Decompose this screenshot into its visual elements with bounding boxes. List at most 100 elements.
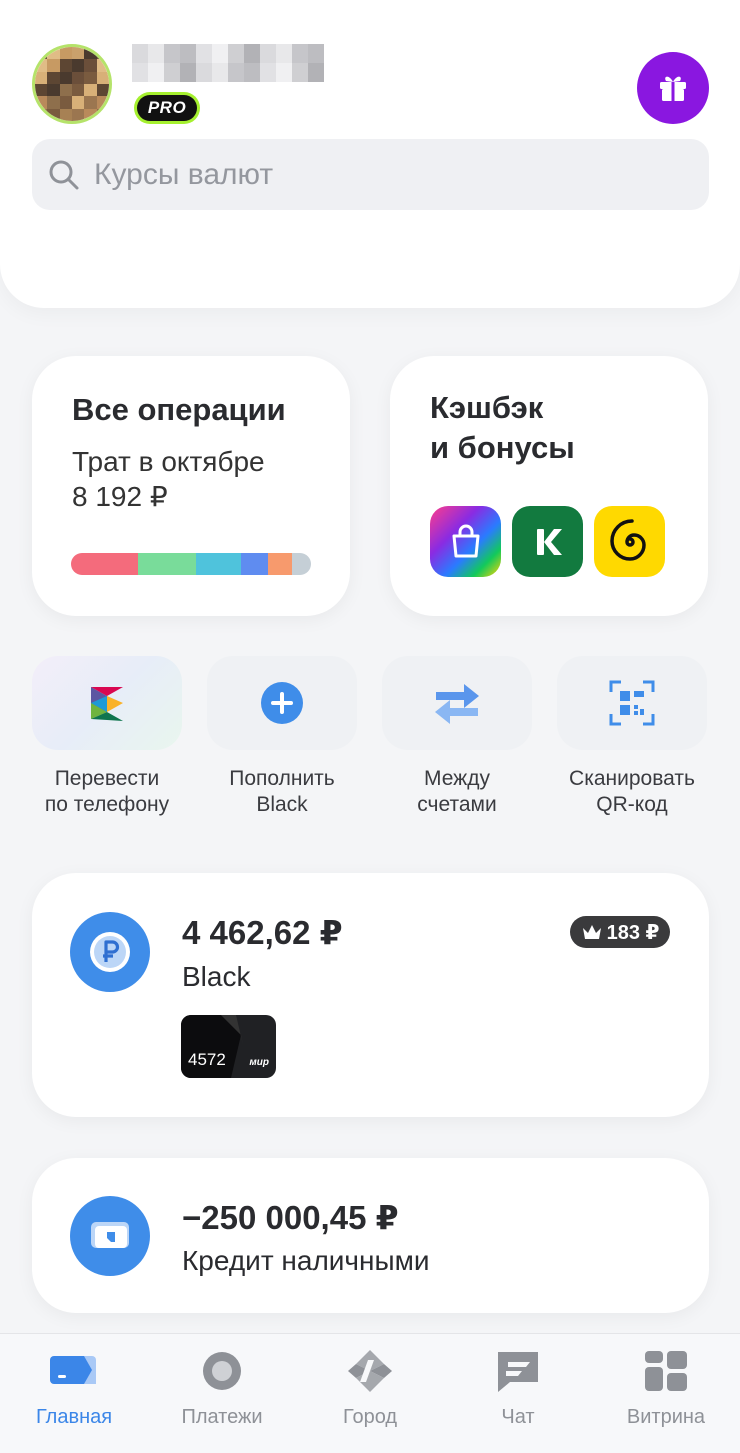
username-pixel (292, 63, 308, 82)
spiral-logo-icon (609, 518, 646, 561)
cashback-card[interactable]: Кэшбэк и бонусы (390, 356, 708, 616)
top-up-line2: Black (256, 793, 308, 816)
qr-icon (609, 680, 655, 726)
spending-segment (267, 553, 292, 575)
tab-city[interactable]: Город (296, 1348, 444, 1438)
top-up-black-button[interactable] (207, 656, 357, 750)
username-pixel (276, 44, 292, 63)
avatar-pixel (71, 108, 85, 121)
avatar-pixel (84, 71, 97, 84)
between-accounts-label: Между счетами (370, 766, 544, 818)
avatar-pixel (35, 108, 48, 121)
avatar-pixel (59, 108, 72, 121)
tab-showcase-label: Витрина (626, 1406, 706, 1428)
bottom-tab-bar: Главная Платежи Город Чат Витрина (0, 1333, 740, 1453)
black-account-card[interactable]: 4 462,62 ₽ Black 183 ₽ 4572 мир (32, 873, 709, 1117)
avatar-pixel (47, 83, 60, 97)
credit-balance: −250 000,45 ₽ (182, 1199, 399, 1236)
avatar-pixel (35, 59, 48, 72)
tab-showcase[interactable]: Витрина (592, 1348, 740, 1438)
pro-badge: PRO (134, 92, 200, 124)
tab-payments-label: Платежи (181, 1406, 263, 1428)
gift-button[interactable] (637, 52, 709, 124)
username-pixel (244, 63, 260, 82)
username-pixel (244, 44, 260, 63)
operations-title: Все операции (72, 392, 286, 427)
username-pixel (132, 44, 148, 63)
username-pixel (260, 63, 276, 82)
scan-qr-button[interactable] (557, 656, 707, 750)
search-input[interactable]: Курсы валют (32, 139, 709, 210)
tab-chat[interactable]: Чат (444, 1348, 592, 1438)
home-tab-icon (50, 1356, 96, 1384)
credit-account-card[interactable]: −250 000,45 ₽ Кредит наличными (32, 1158, 709, 1313)
tab-home[interactable]: Главная (0, 1348, 148, 1438)
scan-qr-line2: QR-код (596, 793, 668, 816)
transfer-by-phone-label: Перевести по телефону (20, 766, 194, 818)
avatar-pixel (47, 71, 60, 84)
username-pixel (148, 63, 164, 82)
username-pixel (180, 63, 196, 82)
operations-amount: 8 192 ₽ (72, 481, 168, 512)
tab-home-label: Главная (35, 1406, 113, 1428)
spending-segment (291, 553, 311, 575)
partner-k[interactable] (512, 506, 583, 577)
partner-shopping-bag[interactable] (430, 506, 501, 577)
search-placeholder: Курсы валют (94, 157, 274, 191)
spending-segment (241, 553, 268, 575)
username-pixel (212, 44, 228, 63)
avatar-pixel (96, 96, 109, 109)
avatar-pixel (96, 71, 109, 84)
username-pixel (308, 44, 324, 63)
between-accounts-line1: Между (424, 767, 490, 790)
username-pixel (308, 63, 324, 82)
cashback-title-line2: и бонусы (430, 430, 575, 465)
avatar-pixel (47, 96, 60, 109)
transfer-by-phone-line1: Перевести (54, 767, 160, 790)
avatar-pixel (71, 83, 85, 97)
username-pixel (164, 63, 180, 82)
username-pixel (228, 63, 244, 82)
partner-spiral[interactable] (594, 506, 665, 577)
header-panel: PRO Курсы валют (0, 0, 740, 308)
avatar-pixel (84, 108, 97, 121)
search-icon (49, 160, 79, 189)
username-pixel (196, 63, 212, 82)
avatar-pixel (47, 59, 60, 72)
transfer-by-phone-button[interactable] (32, 656, 182, 750)
avatar-pixel (59, 59, 72, 72)
avatar-pixel (96, 59, 109, 72)
between-accounts-button[interactable] (382, 656, 532, 750)
account-balance: 4 462,62 ₽ (182, 914, 343, 951)
spending-segment (195, 553, 242, 575)
between-accounts-line2: счетами (417, 793, 497, 816)
gift-icon (660, 76, 686, 101)
all-operations-card[interactable]: Все операции Трат в октябре 8 192 ₽ (32, 356, 350, 616)
avatar-pixel (71, 96, 85, 109)
username-pixel (180, 44, 196, 63)
bonus-badge[interactable]: 183 ₽ (570, 916, 670, 948)
avatar-pixel (71, 71, 85, 84)
username-pixel (276, 63, 292, 82)
spending-segment (138, 553, 196, 575)
avatar-pixel (96, 47, 109, 60)
account-name: Black (182, 961, 251, 992)
scan-qr-line1: Сканировать (569, 767, 695, 790)
avatar-pixel (47, 47, 60, 60)
transfer-arrows-icon (435, 684, 479, 724)
avatar[interactable] (32, 44, 112, 124)
tab-chat-label: Чат (501, 1406, 535, 1428)
chat-tab-icon (498, 1352, 538, 1392)
bank-card-thumbnail[interactable]: 4572 мир (181, 1015, 276, 1078)
showcase-tab-icon (645, 1351, 687, 1391)
shopping-bag-icon (452, 524, 479, 557)
avatar-pixel (35, 96, 48, 109)
avatar-pixel (59, 83, 72, 97)
avatar-pixel (35, 83, 48, 97)
username-pixel (196, 44, 212, 63)
operations-subtitle: Трат в октябре 8 192 ₽ (72, 444, 265, 514)
operations-period: Трат в октябре (72, 446, 265, 477)
tab-payments[interactable]: Платежи (148, 1348, 296, 1438)
avatar-pixel (35, 47, 48, 60)
plus-icon (261, 682, 303, 724)
